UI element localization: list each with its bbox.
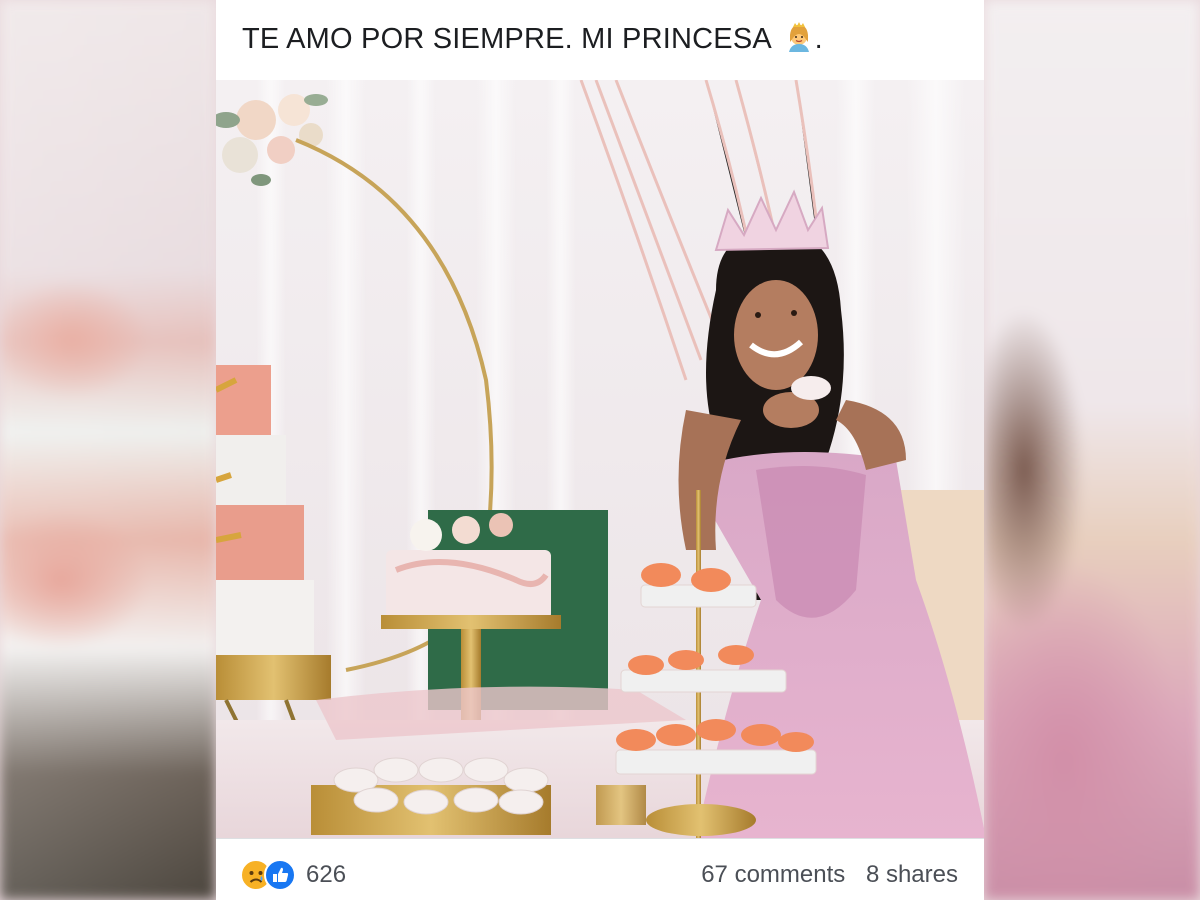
reaction-count[interactable]: 626 — [306, 861, 346, 889]
post-photo[interactable] — [216, 80, 984, 838]
quinceanera-photo-illustration — [216, 80, 984, 838]
screenshot-stage: TE AMO POR SIEMPRE. MI PRINCESA . 626 67… — [0, 0, 1200, 900]
shares-count-link[interactable]: 8 shares — [866, 861, 958, 888]
post-caption-end: . — [814, 23, 823, 55]
social-post: TE AMO POR SIEMPRE. MI PRINCESA . 626 67… — [216, 0, 984, 900]
post-caption: TE AMO POR SIEMPRE. MI PRINCESA . — [242, 20, 823, 56]
engagement-stats: 67 comments 8 shares — [701, 861, 958, 889]
blurred-background-left — [0, 0, 216, 900]
reactions-summary[interactable]: 626 — [240, 857, 346, 893]
comments-count-link[interactable]: 67 comments — [701, 861, 845, 888]
post-caption-text: TE AMO POR SIEMPRE. MI PRINCESA — [242, 23, 771, 55]
princess-emoji-icon — [788, 22, 809, 52]
post-footer: 626 67 comments 8 shares — [216, 838, 984, 900]
like-reaction-icon — [264, 859, 296, 891]
blurred-background-right — [984, 0, 1200, 900]
